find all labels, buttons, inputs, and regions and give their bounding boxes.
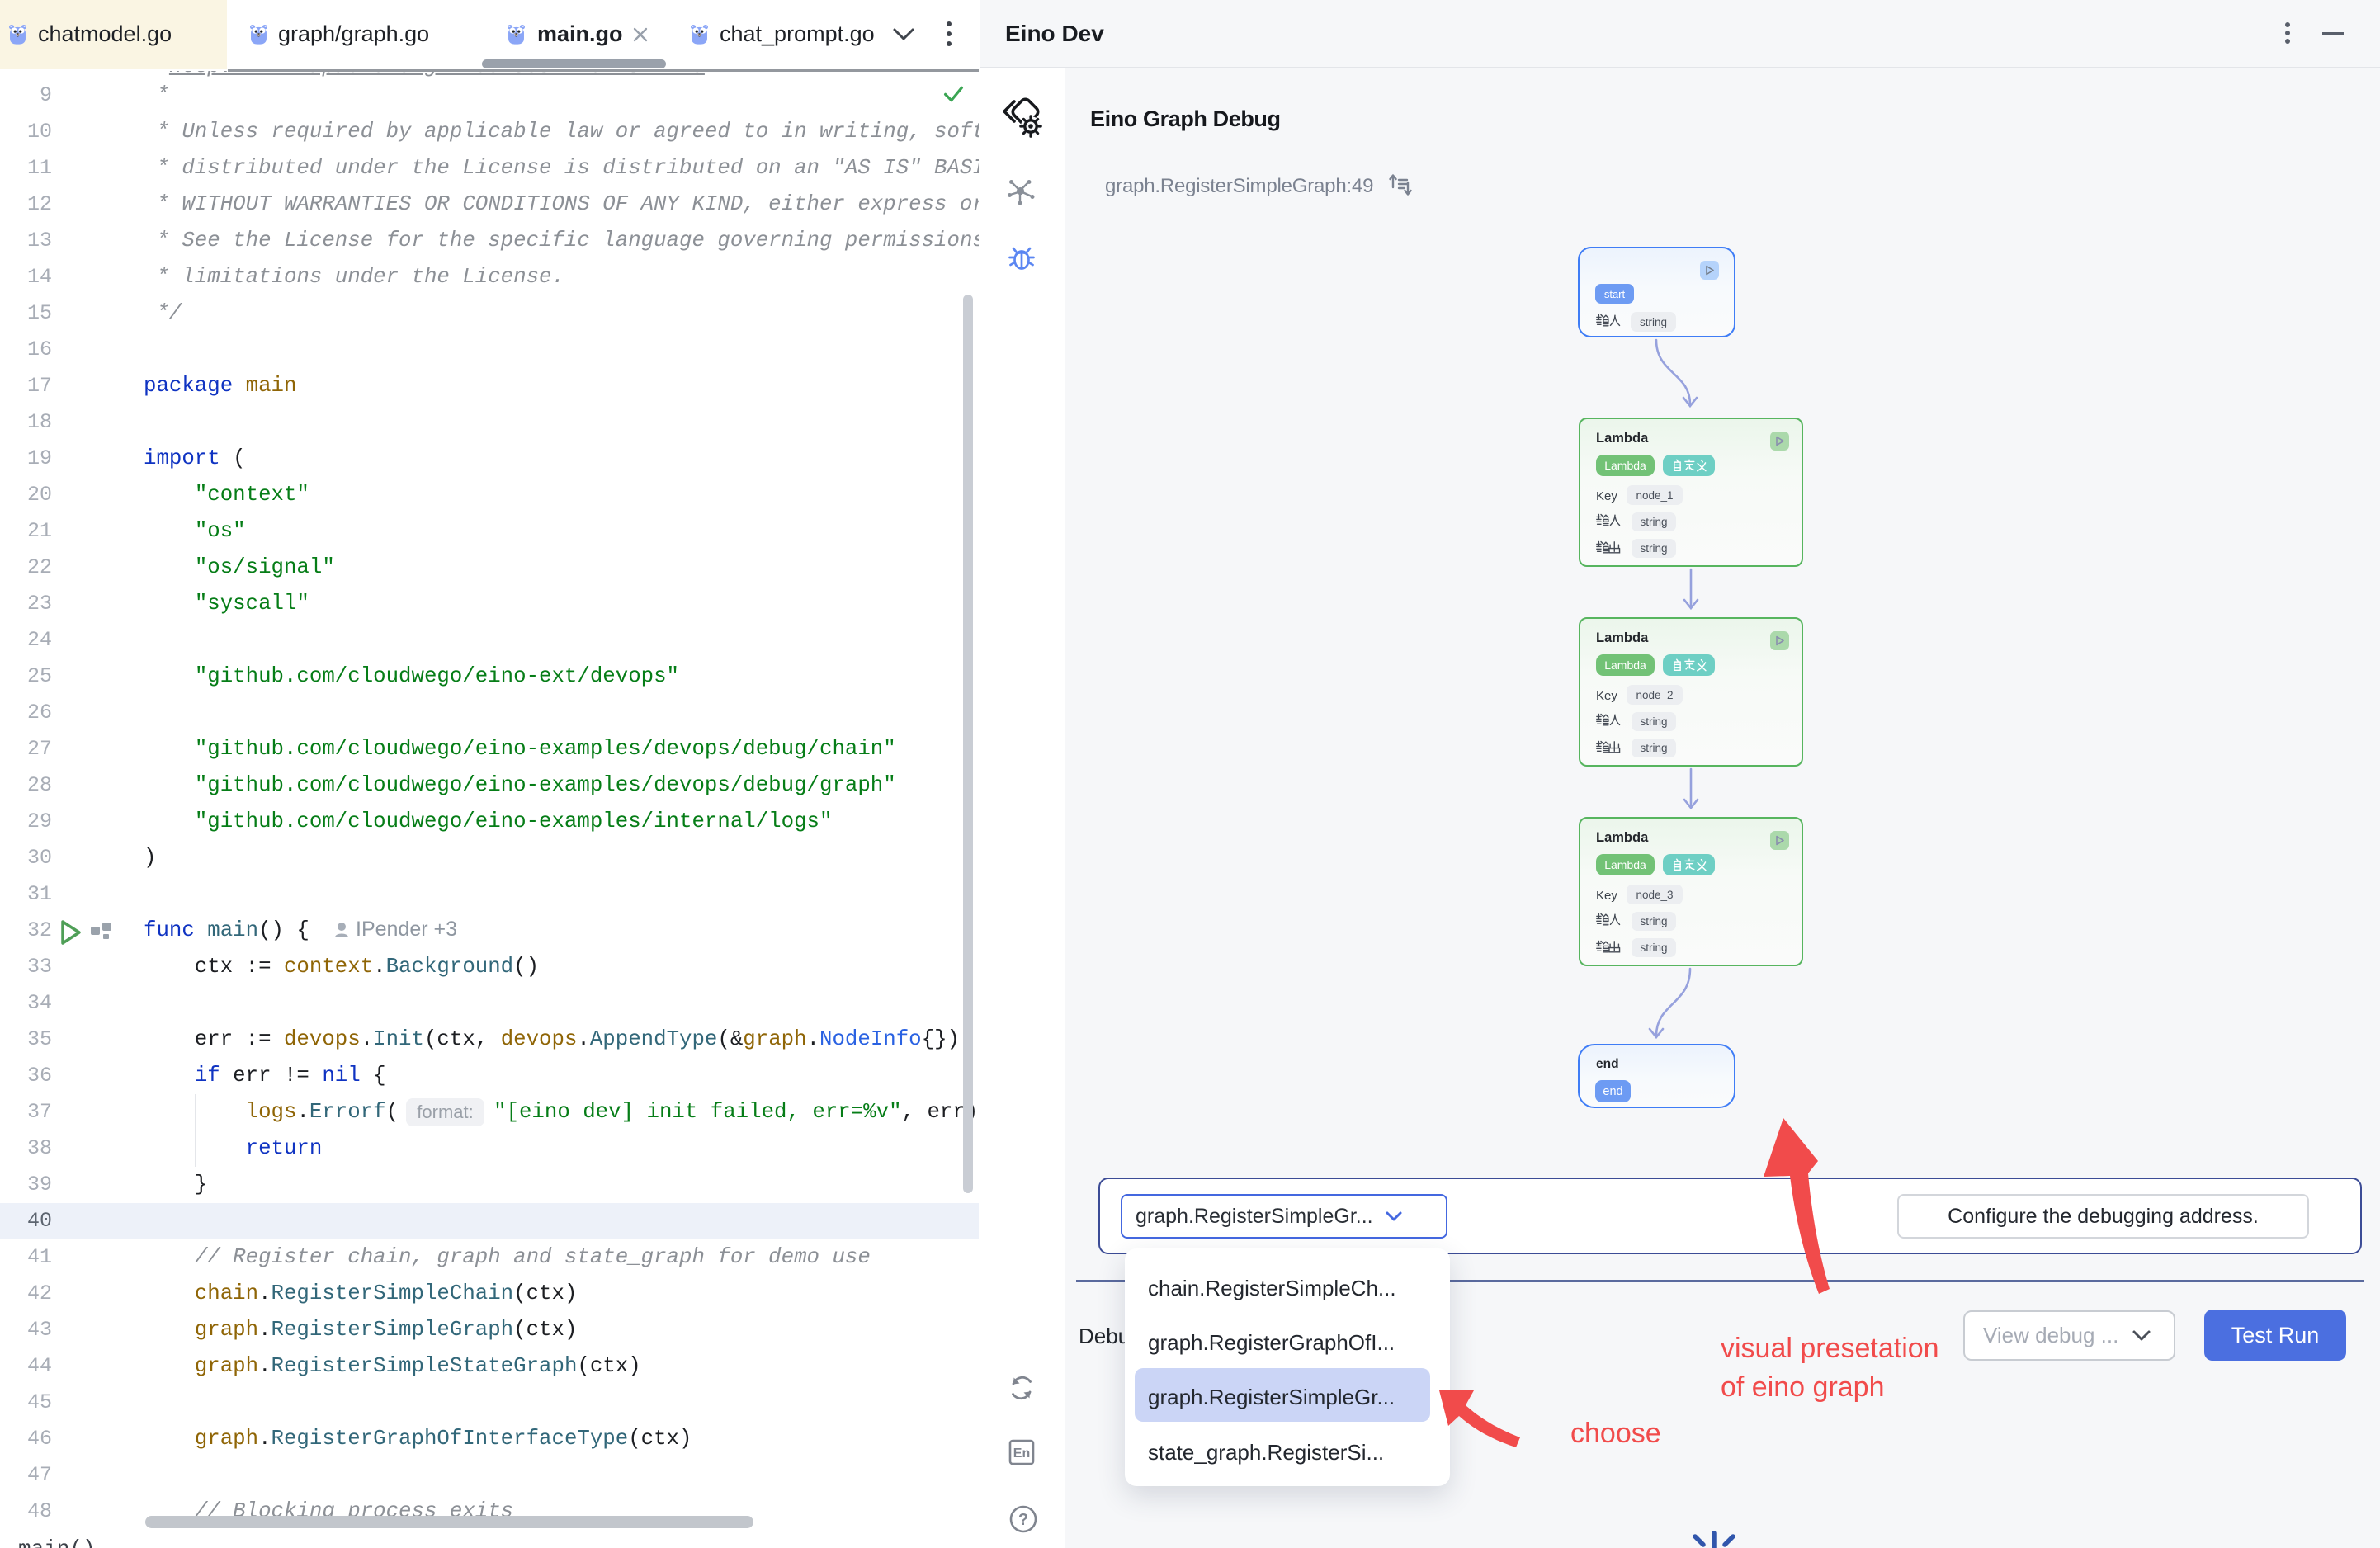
svg-text:of eino graph: of eino graph bbox=[1721, 1371, 1885, 1403]
svg-text:visual presetation: visual presetation bbox=[1721, 1333, 1939, 1364]
svg-text:choose: choose bbox=[1570, 1418, 1661, 1449]
